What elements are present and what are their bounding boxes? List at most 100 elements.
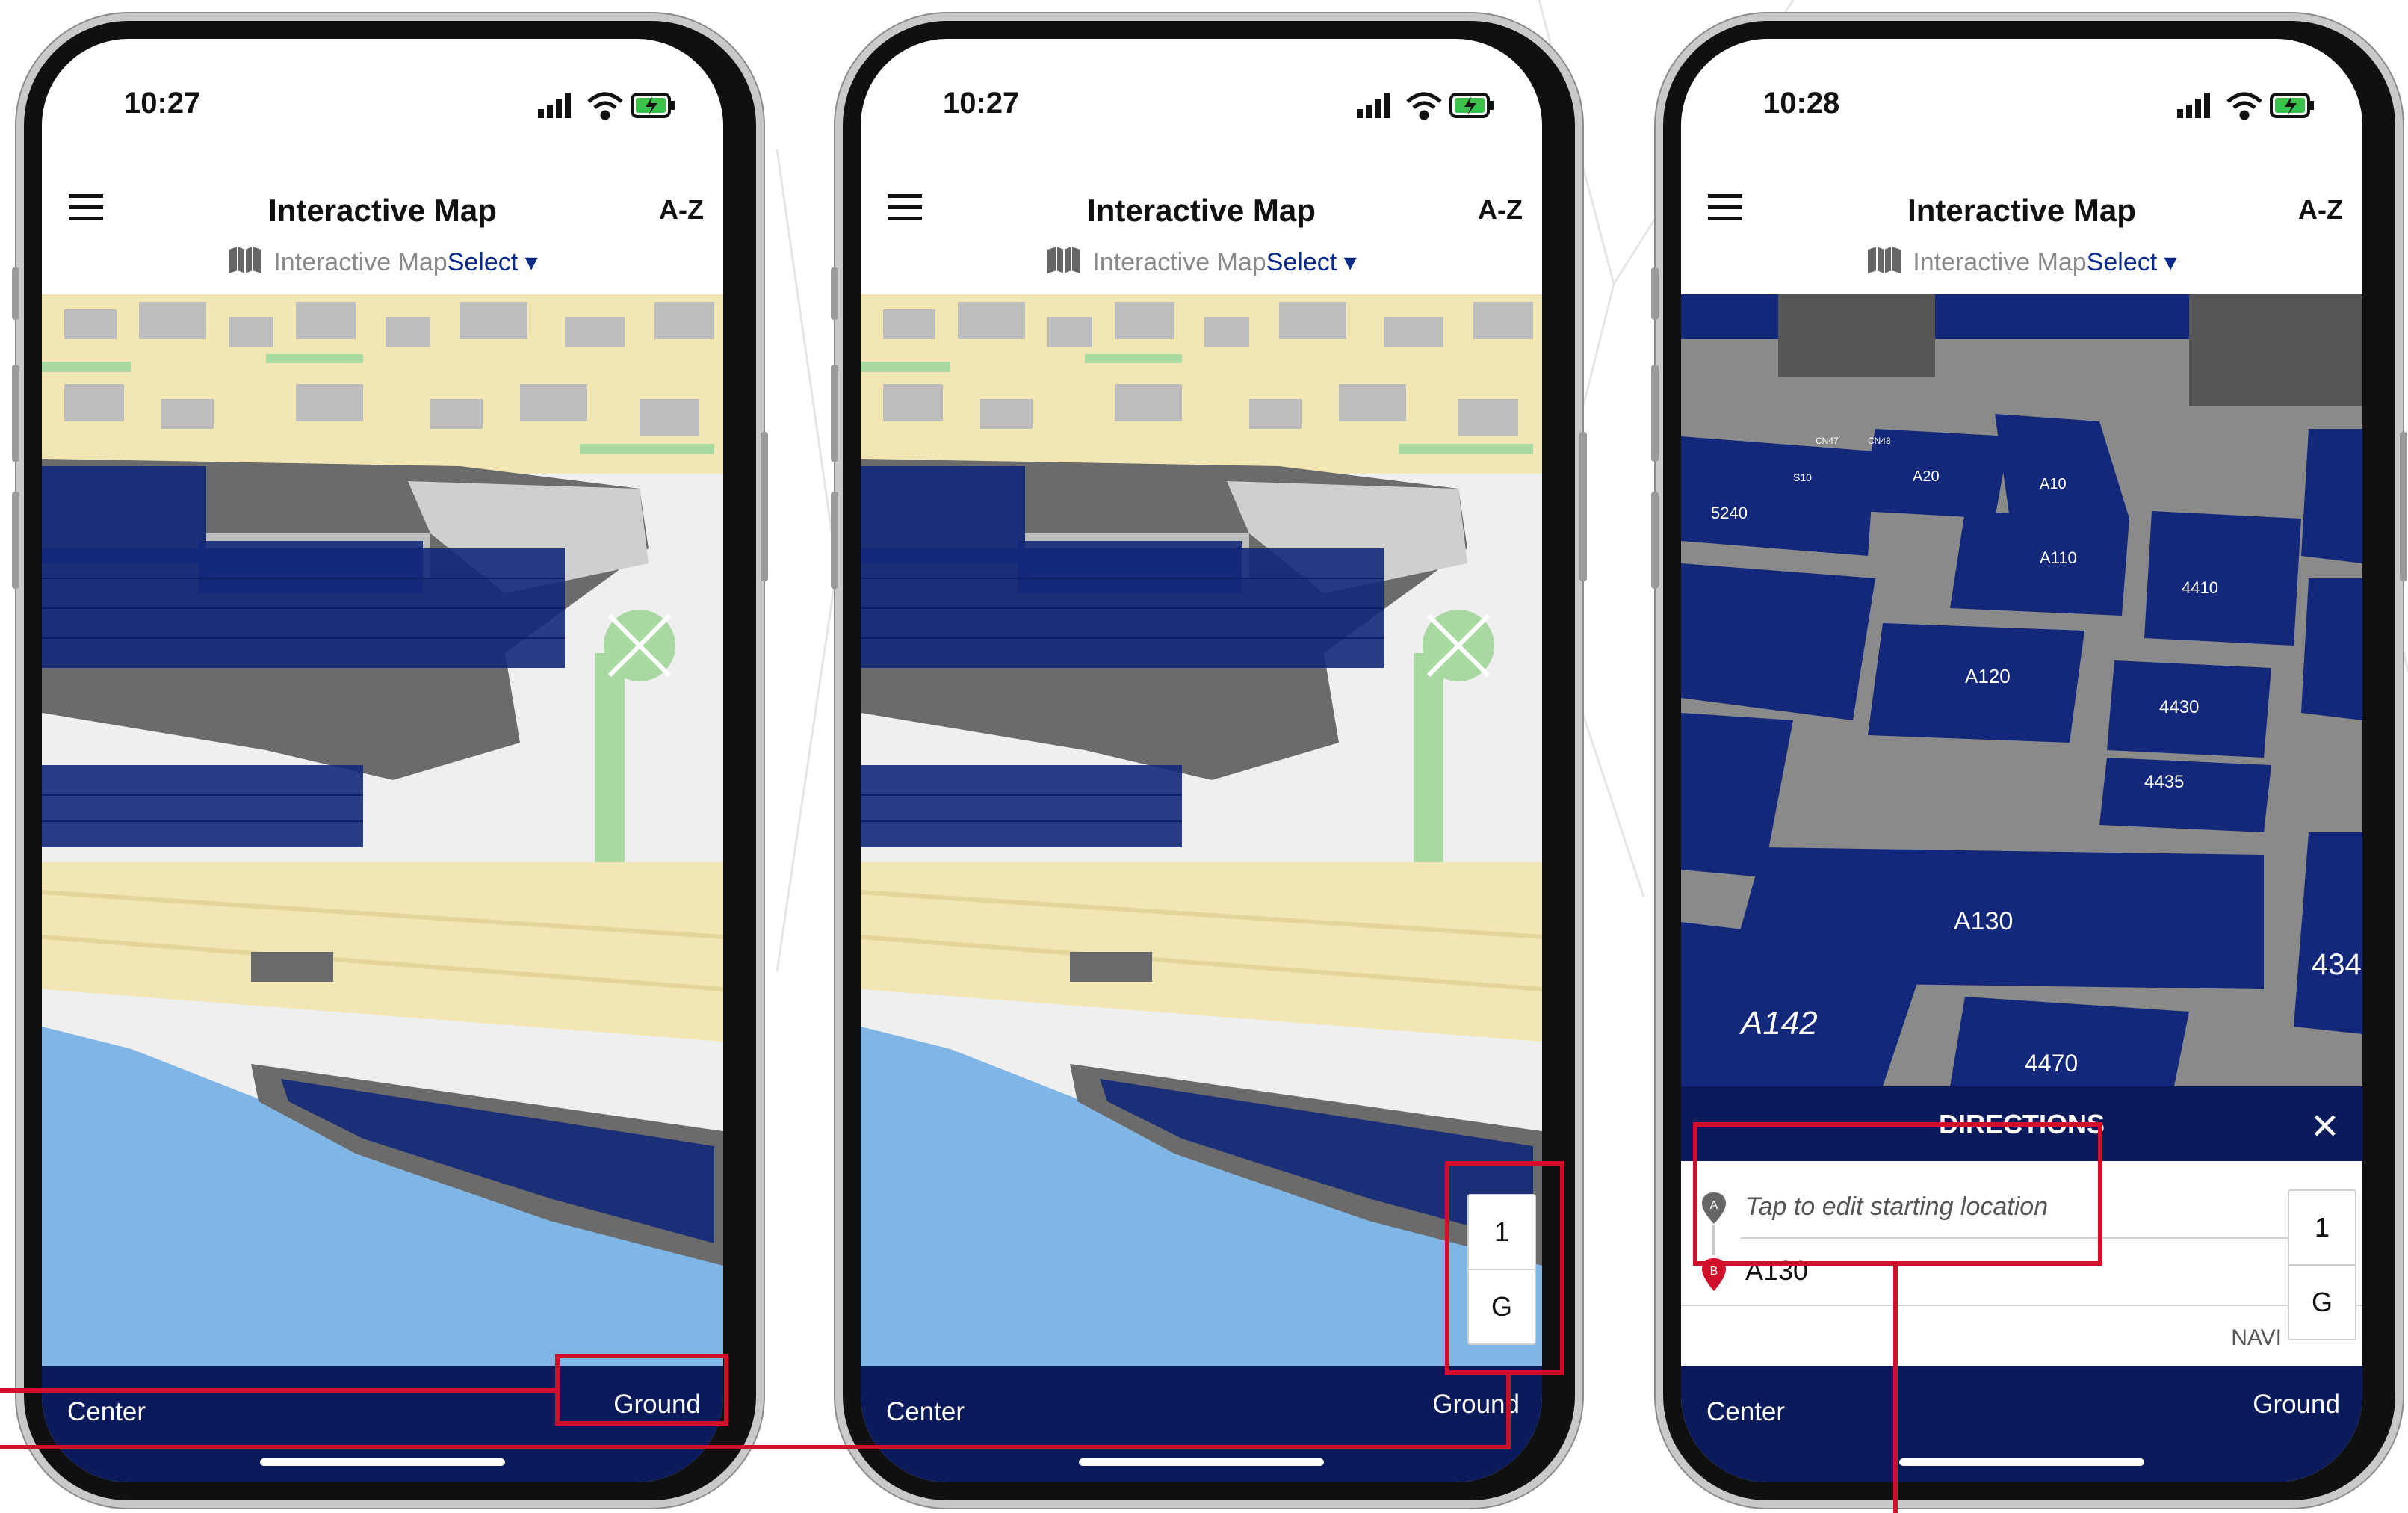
map-view[interactable] (861, 294, 1542, 1389)
map-label: A120 (1965, 665, 2011, 687)
select-link[interactable]: Select ▾ (1266, 248, 1357, 276)
side-button (761, 432, 768, 581)
az-button[interactable]: A-Z (1478, 194, 1523, 226)
map-label: 4470 (2025, 1050, 2078, 1077)
phone-1: 10:27 Interactive Map A-Z Interactive Ma… (12, 13, 768, 1508)
select-link[interactable]: Select ▾ (2087, 248, 2177, 276)
signal-icon (1357, 93, 1390, 118)
divider (1681, 1305, 2362, 1306)
map-selector[interactable]: Interactive MapSelect ▾ (42, 245, 723, 277)
status-bar: 10:27 (42, 39, 723, 151)
status-bar: 10:27 (861, 39, 1542, 151)
map-icon (1047, 247, 1081, 273)
center-button[interactable]: Center (67, 1397, 146, 1427)
side-button (831, 267, 838, 320)
battery-charging-icon (1449, 93, 1494, 118)
callout-line (0, 1388, 555, 1393)
map-label: A20 (1913, 468, 1940, 485)
az-button[interactable]: A-Z (2298, 194, 2343, 226)
map-label: A110 (2040, 548, 2077, 567)
callout-line (1893, 1266, 1898, 1513)
map-label: A142 (1739, 1005, 1818, 1042)
map-label: S10 (1793, 471, 1812, 483)
map-label: 4410 (2182, 578, 2218, 597)
side-button (12, 365, 19, 462)
status-icons (2177, 92, 2314, 120)
map-canvas (861, 294, 1542, 1389)
callout-directions-fields (1693, 1122, 2102, 1266)
map-selector-label: Interactive Map (273, 248, 448, 276)
callout-floor-selector (1445, 1161, 1564, 1375)
map-canvas (42, 294, 723, 1389)
map-canvas: 5240 S10 A20 A10 A110 4410 A120 4430 443… (1681, 294, 2362, 1086)
bottom-bar: Center Ground (1681, 1366, 2362, 1482)
phone-3: 10:28 Interactive Map A-Z Interactive Ma… (1651, 13, 2407, 1508)
side-button (831, 365, 838, 462)
status-time: 10:27 (943, 87, 1020, 120)
side-button (2400, 432, 2407, 581)
map-selector-label: Interactive Map (1092, 248, 1266, 276)
map-view[interactable]: 5240 S10 A20 A10 A110 4410 A120 4430 443… (1681, 294, 2362, 1086)
map-label: 4435 (2144, 772, 2184, 792)
map-label: 4430 (2159, 697, 2199, 717)
screen: 10:27 Interactive Map A-Z Interactive Ma… (42, 39, 723, 1482)
home-indicator (1899, 1458, 2144, 1466)
side-button (12, 267, 19, 320)
floor-selector: 1 G (2288, 1189, 2356, 1340)
map-selector[interactable]: Interactive MapSelect ▾ (861, 245, 1542, 277)
app-bar: Interactive Map A-Z Interactive MapSelec… (42, 151, 723, 276)
signal-icon (538, 93, 571, 118)
az-button[interactable]: A-Z (659, 194, 704, 226)
center-button[interactable]: Center (886, 1397, 965, 1427)
map-label: 434 (2312, 948, 2362, 981)
map-icon (229, 247, 262, 273)
callout-line (1506, 1375, 1511, 1449)
floor-g-button[interactable]: G (2289, 1264, 2355, 1339)
map-label: CN47 (1816, 436, 1839, 446)
center-button[interactable]: Center (1706, 1397, 1785, 1427)
home-indicator (260, 1458, 505, 1466)
wifi-icon (587, 92, 623, 120)
floor-1-button[interactable]: 1 (2289, 1191, 2355, 1264)
callout-ground-button (555, 1354, 728, 1426)
screen: 10:27 Interactive Map A-Z Interactive Ma… (861, 39, 1542, 1482)
map-label: 5240 (1711, 504, 1748, 522)
map-label: A10 (2040, 476, 2067, 492)
page-title: Interactive Map (1087, 193, 1316, 228)
battery-charging-icon (2270, 93, 2314, 118)
status-time: 10:28 (1763, 87, 1840, 120)
app-bar: Interactive Map A-Z Interactive MapSelec… (861, 151, 1542, 276)
map-icon (1868, 247, 1901, 273)
map-label: CN48 (1868, 436, 1891, 446)
signal-icon (2177, 93, 2210, 118)
side-button (1651, 365, 1659, 462)
bottom-bar: Center Ground (861, 1366, 1542, 1482)
svg-text:B: B (1710, 1265, 1718, 1278)
select-link[interactable]: Select ▾ (448, 248, 538, 276)
status-icons (538, 92, 675, 120)
page-title: Interactive Map (1907, 193, 2136, 228)
side-button (831, 492, 838, 589)
side-button (1651, 492, 1659, 589)
close-icon[interactable]: ✕ (2310, 1106, 2340, 1148)
map-selector-label: Interactive Map (1913, 248, 2087, 276)
side-button (12, 492, 19, 589)
wifi-icon (1406, 92, 1442, 120)
home-indicator (1079, 1458, 1324, 1466)
screen: 10:28 Interactive Map A-Z Interactive Ma… (1681, 39, 2362, 1482)
map-view[interactable] (42, 294, 723, 1389)
ground-floor-button[interactable]: Ground (2253, 1390, 2340, 1420)
status-time: 10:27 (124, 87, 201, 120)
map-label: A130 (1954, 907, 2013, 935)
callout-line (0, 1445, 1511, 1449)
battery-charging-icon (631, 93, 675, 118)
map-selector[interactable]: Interactive MapSelect ▾ (1681, 245, 2362, 277)
status-bar: 10:28 (1681, 39, 2362, 151)
side-button (1579, 432, 1587, 581)
side-button (1651, 267, 1659, 320)
wifi-icon (2226, 92, 2262, 120)
navigate-button[interactable]: NAVI (2231, 1325, 2282, 1351)
page-title: Interactive Map (268, 193, 497, 228)
app-bar: Interactive Map A-Z Interactive MapSelec… (1681, 151, 2362, 276)
status-icons (1357, 92, 1494, 120)
